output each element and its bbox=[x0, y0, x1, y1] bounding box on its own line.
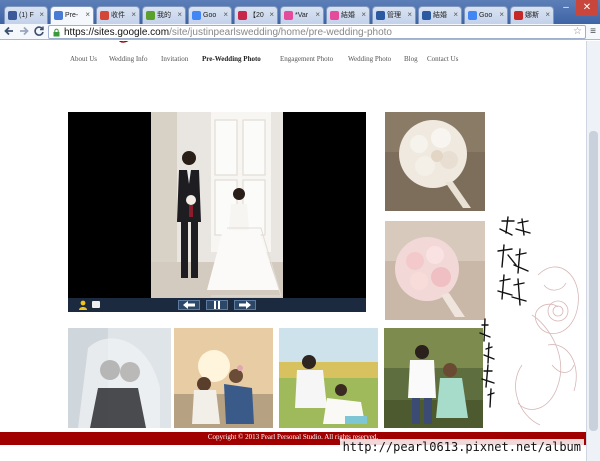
nav-pre-wedding-photo[interactable]: Pre-Wedding Photo bbox=[202, 55, 261, 63]
tab-12[interactable]: 娜斯 × bbox=[510, 6, 554, 24]
user-icon[interactable] bbox=[78, 300, 88, 310]
bookmark-star-icon[interactable]: ☆ bbox=[573, 26, 582, 38]
reload-icon bbox=[34, 26, 44, 36]
tab-9[interactable]: 管理 × bbox=[372, 6, 416, 24]
blue-site-icon bbox=[376, 11, 385, 20]
sunset-hug-photo[interactable] bbox=[174, 328, 273, 428]
pause-slideshow-button[interactable] bbox=[206, 300, 228, 310]
arrow-left-icon bbox=[183, 301, 195, 309]
nav-engagement-photo[interactable]: Engagement Photo bbox=[280, 55, 333, 63]
close-icon[interactable]: × bbox=[315, 10, 320, 19]
close-icon[interactable]: × bbox=[85, 10, 90, 19]
pause-icon bbox=[214, 301, 220, 309]
close-icon[interactable]: × bbox=[545, 10, 550, 19]
close-icon[interactable]: × bbox=[269, 10, 274, 19]
tab-3[interactable]: 收件 × bbox=[96, 6, 140, 24]
arrow-right-icon bbox=[239, 301, 251, 309]
close-window-button[interactable]: ✕ bbox=[576, 0, 598, 16]
vertical-scrollbar[interactable] bbox=[586, 41, 600, 461]
red-site-icon bbox=[514, 11, 523, 20]
tab-11[interactable]: Goo × bbox=[464, 6, 508, 24]
photo-slideshow[interactable] bbox=[68, 112, 366, 312]
garden-couple-photo[interactable] bbox=[384, 328, 483, 428]
url-host: https://sites.google.com bbox=[64, 27, 170, 38]
next-slide-button[interactable] bbox=[234, 300, 256, 310]
drive-icon bbox=[146, 11, 155, 20]
close-icon[interactable]: × bbox=[453, 10, 458, 19]
tab-8[interactable]: 結婚 × bbox=[326, 6, 370, 24]
reload-button[interactable] bbox=[32, 25, 46, 39]
tab-2[interactable]: Pre- × bbox=[50, 6, 94, 24]
tab-5[interactable]: Goo × bbox=[188, 6, 232, 24]
veil-kiss-photo[interactable] bbox=[68, 328, 171, 428]
sites-icon bbox=[54, 11, 63, 20]
nav-wedding-photo[interactable]: Wedding Photo bbox=[348, 55, 391, 63]
close-icon[interactable]: × bbox=[407, 10, 412, 19]
close-icon[interactable]: × bbox=[39, 10, 44, 19]
browser-window: (1) F × Pre- × 收件 × 我的 × Goo × 【20 × *Var × 結婚 ×… bbox=[0, 0, 600, 461]
nav-contact-us[interactable]: Contact Us bbox=[427, 55, 458, 63]
tab-4[interactable]: 我的 × bbox=[142, 6, 186, 24]
nav-wedding-info[interactable]: Wedding Info bbox=[109, 55, 148, 63]
slideshow-current-photo bbox=[151, 112, 283, 298]
album-watermark: http://pearl0613.pixnet.net/album bbox=[339, 439, 584, 455]
close-icon[interactable]: × bbox=[361, 10, 366, 19]
address-bar[interactable]: https://sites.google.com/site/justinpear… bbox=[48, 25, 586, 39]
close-icon[interactable]: × bbox=[177, 10, 182, 19]
blue-site-icon bbox=[422, 11, 431, 20]
lock-icon bbox=[52, 28, 61, 37]
w-site-icon bbox=[238, 11, 247, 20]
forward-arrow-icon bbox=[20, 26, 29, 36]
tab-10[interactable]: 結婚 × bbox=[418, 6, 462, 24]
nav-invitation[interactable]: Invitation bbox=[161, 55, 188, 63]
forward-button[interactable] bbox=[17, 25, 31, 39]
tab-7[interactable]: *Var × bbox=[280, 6, 324, 24]
calligraphy-floral-decoration bbox=[479, 216, 579, 426]
menu-icon[interactable]: ≡ bbox=[588, 25, 598, 39]
google-icon bbox=[192, 11, 201, 20]
previous-slide-button[interactable] bbox=[178, 300, 200, 310]
web-page: About Us Wedding Info Invitation Pre-Wed… bbox=[0, 41, 586, 461]
pink-site-icon bbox=[284, 11, 293, 20]
tab-6[interactable]: 【20 × bbox=[234, 6, 278, 24]
back-button[interactable] bbox=[2, 25, 16, 39]
bouquet-photo-white[interactable] bbox=[385, 112, 485, 211]
nav-blog[interactable]: Blog bbox=[404, 55, 418, 63]
url-path: /site/justinpearlswedding/home/pre-weddi… bbox=[169, 27, 392, 38]
gmail-icon bbox=[100, 11, 109, 20]
floral-header-ornament bbox=[118, 41, 129, 43]
scrollbar-thumb[interactable] bbox=[589, 131, 598, 431]
close-icon[interactable]: × bbox=[131, 10, 136, 19]
minimize-button[interactable]: – bbox=[556, 0, 576, 16]
close-icon[interactable]: × bbox=[499, 10, 504, 19]
comment-icon[interactable] bbox=[92, 301, 100, 308]
google-icon bbox=[468, 11, 477, 20]
url-text: https://sites.google.com/site/justinpear… bbox=[64, 27, 392, 39]
facebook-icon bbox=[8, 11, 17, 20]
close-icon[interactable]: × bbox=[223, 10, 228, 19]
field-couple-photo[interactable] bbox=[279, 328, 378, 428]
browser-toolbar: https://sites.google.com/site/justinpear… bbox=[0, 24, 600, 40]
back-arrow-icon bbox=[4, 26, 13, 36]
slideshow-controls bbox=[68, 298, 366, 312]
bouquet-photo-pink[interactable] bbox=[385, 221, 485, 320]
tab-strip: (1) F × Pre- × 收件 × 我的 × Goo × 【20 × *Var × 結婚 ×… bbox=[0, 0, 600, 24]
pink-site-icon bbox=[330, 11, 339, 20]
nav-about-us[interactable]: About Us bbox=[70, 55, 97, 63]
tab-1[interactable]: (1) F × bbox=[4, 6, 48, 24]
